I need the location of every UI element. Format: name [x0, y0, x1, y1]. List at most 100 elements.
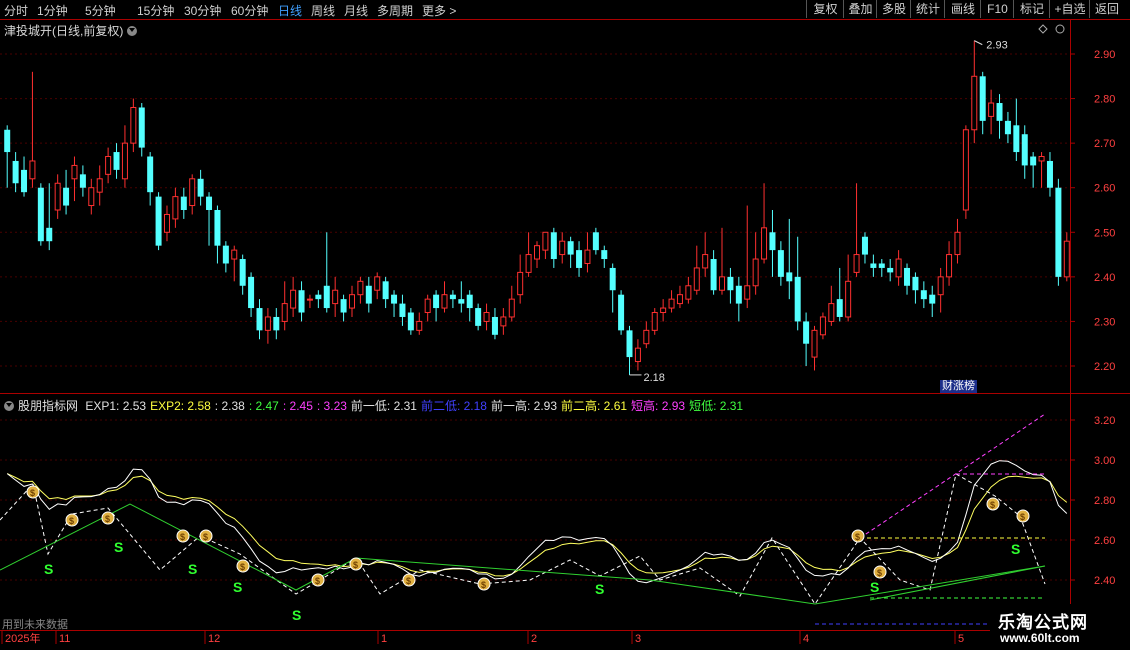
- candle-body-down: [491, 316, 498, 335]
- candle-body-down: [1004, 120, 1011, 135]
- svg-text:$: $: [69, 516, 74, 526]
- dropdown-circle-icon[interactable]: [127, 26, 138, 36]
- candle-body-up: [332, 289, 339, 305]
- candle-body-down: [609, 267, 616, 291]
- candle-body-down: [786, 272, 793, 282]
- svg-text:$: $: [877, 568, 882, 578]
- candle-body-down: [206, 196, 213, 210]
- candle-body-up: [752, 258, 759, 287]
- price-tick-label: 2.30: [1094, 316, 1115, 328]
- candle-body-up: [525, 254, 532, 273]
- candle-body-down: [155, 196, 162, 246]
- candle-body-down: [180, 196, 187, 210]
- candle-body-down: [214, 210, 221, 246]
- candle-body-down: [391, 294, 398, 304]
- candle-body-up: [811, 329, 818, 358]
- money-bag-icon: $: [65, 513, 79, 527]
- price-tick-label: 2.90: [1094, 49, 1115, 61]
- candle-body-down: [870, 263, 877, 268]
- candle-body-down: [113, 152, 120, 170]
- candle-body-up: [853, 254, 860, 273]
- candle-body-up: [172, 196, 179, 220]
- candle-body-down: [861, 236, 868, 255]
- candle-body-down: [567, 241, 574, 255]
- future-data-label: 用到未来数据: [2, 619, 68, 631]
- candle-body-up: [441, 294, 448, 309]
- candle-body-down: [315, 294, 322, 300]
- candle-body-down: [21, 169, 28, 193]
- money-bag-icon: $: [26, 485, 40, 499]
- watermark: 乐淘公式网 www.60lt.com: [990, 604, 1130, 650]
- candle-body-down: [197, 178, 204, 197]
- candle-body-down: [1013, 125, 1020, 153]
- candle-body-down: [222, 245, 229, 264]
- green-trend-line: [0, 503, 1046, 605]
- indicator-value-5: : 3.23: [316, 399, 347, 413]
- candle-body-up: [130, 106, 137, 144]
- indicator-dropdown-icon[interactable]: [4, 401, 14, 411]
- money-bag-icon: $: [349, 557, 363, 571]
- candlestick-chart[interactable]: 2.93 2.18 3.20 3.00 2.80 2.60 2.40 $ $ $ $ $ $ $ $ $ $ $…: [0, 0, 1130, 650]
- candle-body-down: [727, 276, 734, 291]
- candle-body-down: [735, 285, 742, 304]
- candle-body-up: [189, 178, 196, 207]
- sell-signal-marker: S: [870, 579, 879, 595]
- candle-body-up: [306, 298, 313, 301]
- candle-body-down: [298, 290, 305, 313]
- candle-body-up: [483, 312, 490, 322]
- circle-icon: [1055, 24, 1065, 34]
- svg-text:$: $: [1020, 512, 1025, 522]
- indicator-value-7: 前二低: 2.18: [420, 399, 487, 413]
- sell-signal-marker: S: [233, 579, 242, 595]
- candle-body-down: [466, 294, 473, 309]
- candle-body-down: [912, 276, 919, 291]
- candle-body-down: [769, 232, 776, 251]
- svg-text:$: $: [30, 488, 35, 498]
- candle-body-up: [685, 285, 692, 300]
- indicator-value-0: EXP1: 2.53: [85, 399, 147, 413]
- candle-body-up: [416, 320, 423, 331]
- candle-body-down: [273, 316, 280, 331]
- candle-body-up: [281, 303, 288, 322]
- price-tick-label: 2.60: [1094, 183, 1115, 195]
- candle-body-down: [46, 227, 53, 242]
- price-tick-label: 2.50: [1094, 227, 1115, 239]
- price-tick-label: 2.40: [1094, 272, 1115, 284]
- svg-text:$: $: [315, 576, 320, 586]
- candle-body-down: [365, 285, 372, 304]
- candle-body-down: [904, 267, 911, 286]
- indicator-value-11: 短低: 2.31: [689, 399, 744, 413]
- candle-body-down: [592, 232, 599, 251]
- candle-body-up: [668, 298, 675, 309]
- candle-body-down: [576, 250, 583, 268]
- indicator-value-9: 前二高: 2.61: [561, 399, 628, 413]
- money-bag-icon: $: [311, 573, 325, 587]
- svg-text:$: $: [855, 532, 860, 542]
- indicator-name[interactable]: 股朋指标网: [18, 399, 78, 413]
- candle-body-up: [105, 156, 112, 175]
- candle-body-up: [828, 303, 835, 322]
- candle-body-up: [845, 280, 852, 318]
- candle-body-up: [29, 160, 36, 180]
- candle-body-down: [449, 294, 456, 300]
- candle-body-up: [559, 240, 566, 256]
- candle-body-up: [895, 258, 902, 278]
- svg-text:$: $: [180, 532, 185, 542]
- money-bag-icon: $: [873, 565, 887, 579]
- money-bag-icon: $: [199, 529, 213, 543]
- candle-body-up: [962, 129, 969, 211]
- candle-body-up: [357, 280, 364, 296]
- indicator-tick-label: 3.20: [1094, 415, 1115, 427]
- stock-title[interactable]: 津投城开(日线,前复权): [4, 22, 138, 39]
- svg-text:$: $: [990, 500, 995, 510]
- candle-body-up: [693, 267, 700, 291]
- indicator-value-4: : 2.45: [282, 399, 313, 413]
- candle-body-up: [71, 164, 78, 180]
- candle-body-down: [626, 330, 633, 358]
- caizhang-badge[interactable]: 财涨榜: [940, 380, 977, 393]
- candle-body-down: [979, 76, 986, 121]
- candle-body-down: [996, 103, 1003, 121]
- candle-body-up: [500, 316, 507, 327]
- candle-body-down: [1046, 160, 1053, 188]
- candle-body-up: [54, 182, 61, 211]
